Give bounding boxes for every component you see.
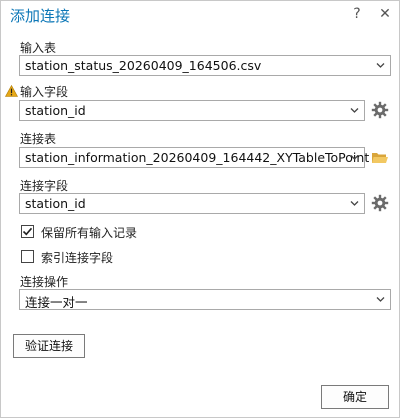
join-field-value: station_id [25, 196, 86, 211]
input-table-label: 输入表 [20, 41, 57, 55]
chevron-down-icon [350, 155, 359, 160]
dialog-title: 添加连接 [10, 7, 71, 25]
close-button[interactable]: ✕ [377, 5, 393, 23]
add-join-dialog: 添加连接 ? ✕ 输入表 station_status_20260409_164… [0, 0, 400, 418]
index-join-field-label: 索引连接字段 [41, 251, 114, 265]
chevron-down-icon [350, 201, 359, 206]
join-table-label: 连接表 [20, 132, 57, 146]
checkmark-icon [22, 227, 33, 236]
ok-button[interactable]: 确定 [321, 385, 389, 409]
input-field-dropdown[interactable]: station_id [19, 100, 365, 121]
help-button[interactable]: ? [349, 5, 365, 23]
join-table-dropdown[interactable]: station_information_20260409_164442_XYTa… [19, 147, 369, 168]
input-table-dropdown[interactable]: station_status_20260409_164506.csv [19, 55, 391, 76]
input-table-value: station_status_20260409_164506.csv [25, 58, 262, 73]
chevron-down-icon [376, 63, 385, 68]
gear-icon[interactable] [371, 194, 389, 212]
folder-icon[interactable] [371, 149, 389, 167]
join-table-value: station_information_20260409_164442_XYTa… [25, 150, 370, 165]
input-field-label: 输入字段 [20, 85, 69, 99]
join-field-dropdown[interactable]: station_id [19, 193, 365, 214]
validate-join-button[interactable]: 验证连接 [13, 334, 85, 358]
keep-all-records-label: 保留所有输入记录 [41, 226, 138, 240]
chevron-down-icon [376, 297, 385, 302]
input-field-value: station_id [25, 103, 86, 118]
chevron-down-icon [350, 108, 359, 113]
join-operation-label: 连接操作 [20, 275, 69, 289]
join-field-label: 连接字段 [20, 179, 69, 193]
index-join-field-checkbox[interactable] [21, 250, 34, 263]
gear-icon[interactable] [371, 101, 389, 119]
keep-all-records-checkbox[interactable] [21, 225, 34, 238]
warning-icon [5, 85, 18, 97]
join-operation-value: 连接一对一 [25, 295, 88, 310]
join-operation-dropdown[interactable]: 连接一对一 [19, 289, 391, 310]
